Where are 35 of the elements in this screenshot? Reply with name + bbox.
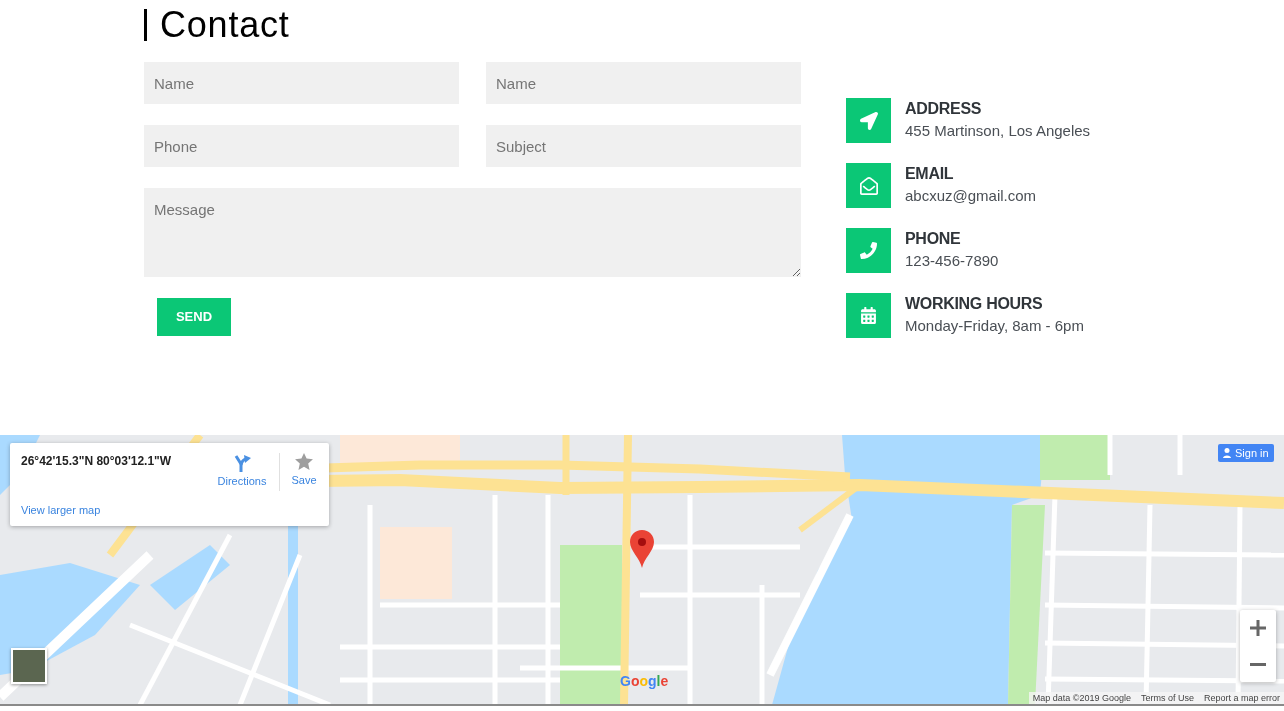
contact-info-title: PHONE <box>905 229 962 249</box>
input-field[interactable]: Subject <box>486 125 801 167</box>
map-pin-icon <box>630 530 654 568</box>
calendar-icon <box>846 293 891 338</box>
map-data-text: Map data ©2019 Google <box>1032 692 1131 704</box>
sign-in-button[interactable]: Sign in <box>1218 444 1274 462</box>
person-icon <box>1223 448 1231 458</box>
satellite-thumbnail[interactable] <box>11 648 47 684</box>
plus-icon <box>1250 620 1266 636</box>
minus-icon <box>1250 662 1266 666</box>
phone-icon <box>846 228 891 273</box>
directions-button[interactable]: Directions <box>214 454 270 488</box>
input-field[interactable]: Name <box>144 62 459 104</box>
input-field[interactable]: Name <box>486 62 801 104</box>
heading-accent-bar <box>144 9 147 41</box>
contact-info-value: 123-456-7890 <box>905 251 999 271</box>
save-button[interactable]: Save <box>288 453 320 487</box>
report-map-error-link[interactable]: Report a map error <box>1203 692 1280 704</box>
view-larger-map-link[interactable]: View larger map <box>21 504 101 517</box>
message-field[interactable]: Message <box>144 188 801 277</box>
contact-info-value: 455 Martinson, Los Angeles <box>905 121 1091 141</box>
coordinates-text: 26°42'15.3"N 80°03'12.1"W <box>21 453 172 469</box>
directions-icon <box>233 454 251 472</box>
send-button[interactable]: SEND <box>157 298 231 336</box>
contact-info-title: WORKING HOURS <box>905 294 1044 314</box>
open-envelope-icon <box>846 163 891 208</box>
contact-info-title: ADDRESS <box>905 99 983 119</box>
google-logo: Google <box>620 673 669 689</box>
star-icon <box>295 453 313 470</box>
contact-info-value: Monday-Friday, 8am - 6pm <box>905 316 1084 336</box>
contact-info-value: abcxuz@gmail.com <box>905 186 1037 206</box>
terms-link[interactable]: Terms of Use <box>1140 692 1194 704</box>
section-heading: Contact <box>160 8 290 42</box>
contact-info-title: EMAIL <box>905 164 955 184</box>
input-field[interactable]: Phone <box>144 125 459 167</box>
